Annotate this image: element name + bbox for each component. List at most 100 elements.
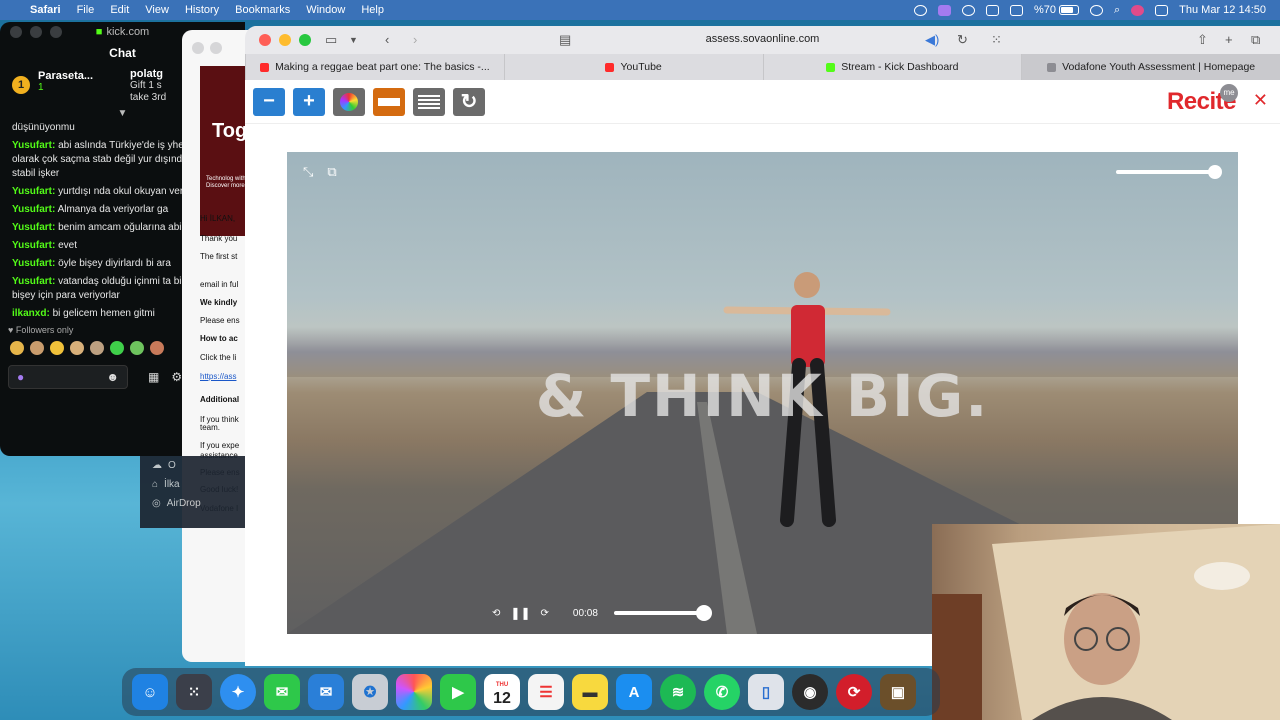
reload-icon[interactable]: ↻ xyxy=(957,32,968,48)
emoji-icon[interactable]: ☻ xyxy=(106,370,119,384)
app-store-dock-icon[interactable]: A xyxy=(616,674,652,710)
email-line: Thank you xyxy=(200,234,238,243)
color-wheel-button[interactable] xyxy=(333,87,365,116)
menu-view[interactable]: View xyxy=(137,4,177,16)
skip-forward-icon[interactable]: ⟳ xyxy=(541,608,549,619)
chat-username[interactable]: Yusufart: xyxy=(12,204,55,215)
share-icon[interactable]: ⇧ xyxy=(1197,32,1208,48)
email-line[interactable]: https://ass xyxy=(200,372,236,381)
notes-dock-icon[interactable]: ▬ xyxy=(572,674,608,710)
reminders-dock-icon[interactable]: ☰ xyxy=(528,674,564,710)
emote-icon[interactable] xyxy=(130,341,144,355)
kick-window-title: kick.com xyxy=(106,26,150,38)
emote-icon[interactable] xyxy=(50,341,64,355)
chat-username[interactable]: Yusufart: xyxy=(12,222,55,233)
progress-knob[interactable] xyxy=(695,605,712,621)
minimize-dot[interactable] xyxy=(210,42,222,54)
increase-button[interactable]: + xyxy=(293,87,325,116)
preview-dock-icon[interactable]: ▯ xyxy=(748,674,784,710)
chat-username[interactable]: Yusufart: xyxy=(12,140,55,151)
close-icon[interactable]: ✕ xyxy=(1253,90,1268,111)
play-status-icon[interactable] xyxy=(961,4,975,16)
volume-slider[interactable] xyxy=(1116,165,1222,179)
chat-username[interactable]: ilkanxd: xyxy=(12,308,50,319)
emote-icon[interactable] xyxy=(70,341,84,355)
minimize-dot[interactable] xyxy=(30,26,42,38)
video-progress-bar[interactable] xyxy=(613,605,712,621)
address-bar[interactable]: assess.sovaonline.com xyxy=(245,26,1280,52)
finder-item[interactable]: ☁ O xyxy=(140,456,245,475)
obs-status-icon[interactable] xyxy=(913,4,927,16)
menu-app-name[interactable]: Safari xyxy=(22,4,69,16)
fullscreen-icon[interactable]: ⤡ xyxy=(303,164,313,180)
spotify-dock-icon[interactable]: ≋ xyxy=(660,674,696,710)
reset-button[interactable]: ↻ xyxy=(453,87,485,116)
wifi-icon[interactable] xyxy=(1089,4,1103,16)
close-dot[interactable] xyxy=(10,26,22,38)
emote-icon[interactable] xyxy=(10,341,24,355)
chat-username[interactable]: Yusufart: xyxy=(12,186,55,197)
messages-dock-icon[interactable]: ✉ xyxy=(264,674,300,710)
menu-edit[interactable]: Edit xyxy=(102,4,137,16)
obs-dock-icon[interactable]: ◉ xyxy=(792,674,828,710)
launchpad-dock-icon[interactable]: ⁙ xyxy=(176,674,212,710)
xcode-dock-icon[interactable]: ✪ xyxy=(352,674,388,710)
browser-tab[interactable]: Stream - Kick Dashboard xyxy=(762,54,1022,80)
picture-in-picture-icon[interactable]: ⧉ xyxy=(327,164,336,180)
chat-username[interactable]: Yusufart: xyxy=(12,276,55,287)
minecraft-dock-icon[interactable]: ▣ xyxy=(880,674,916,710)
spotlight-search-icon[interactable]: ⌕ xyxy=(1114,4,1120,17)
browser-tab[interactable]: Vodafone Youth Assessment | Homepage xyxy=(1021,54,1280,80)
app-dock-icon[interactable]: ⟳ xyxy=(836,674,872,710)
battery-status[interactable]: %70 xyxy=(1034,4,1079,16)
browser-tab[interactable]: YouTube xyxy=(503,54,763,80)
menu-help[interactable]: Help xyxy=(353,4,392,16)
mail-dock-icon[interactable]: ✉ xyxy=(308,674,344,710)
emote-icon[interactable] xyxy=(150,341,164,355)
photos-dock-icon[interactable] xyxy=(396,674,432,710)
chat-username[interactable]: Yusufart: xyxy=(12,258,55,269)
finder-item-airdrop[interactable]: ◎ AirDrop xyxy=(140,494,245,513)
facetime-dock-icon[interactable]: ▶ xyxy=(440,674,476,710)
siri-icon[interactable] xyxy=(1131,4,1145,16)
extensions-grid-icon[interactable]: ⁙ xyxy=(991,32,1002,48)
ruler-button[interactable] xyxy=(373,87,405,116)
chat-text: benim amcam oğularına abi xyxy=(58,222,182,233)
airdrop-icon: ◎ xyxy=(152,498,161,509)
tab-overview-icon[interactable]: ⧉ xyxy=(1251,32,1260,48)
audio-playing-icon[interactable]: ◀) xyxy=(925,32,939,48)
chat-username[interactable]: Yusufart: xyxy=(12,240,55,251)
calendar-icon[interactable]: ▦ xyxy=(148,370,159,384)
chat-input[interactable]: ● ☻ xyxy=(8,365,128,389)
volume-knob[interactable] xyxy=(1208,165,1222,179)
emote-icon[interactable] xyxy=(30,341,44,355)
menu-bookmarks[interactable]: Bookmarks xyxy=(227,4,298,16)
control-center-icon[interactable] xyxy=(1155,4,1169,16)
antenna-icon[interactable] xyxy=(985,4,999,16)
menu-file[interactable]: File xyxy=(69,4,103,16)
text-mode-button[interactable] xyxy=(413,87,445,116)
emote-icon[interactable] xyxy=(90,341,104,355)
browser-tab[interactable]: Making a reggae beat part one: The basic… xyxy=(245,54,504,80)
reset-icon: ↻ xyxy=(460,91,478,113)
skip-back-icon[interactable]: ⟲ xyxy=(492,608,500,619)
zoom-dot[interactable] xyxy=(50,26,62,38)
decrease-button[interactable]: − xyxy=(253,87,285,116)
new-tab-icon[interactable]: + xyxy=(1225,32,1233,47)
menu-history[interactable]: History xyxy=(177,4,227,16)
safari-dock-icon[interactable]: ✦ xyxy=(220,674,256,710)
emote-icon[interactable] xyxy=(110,341,124,355)
menu-clock[interactable]: Thu Mar 12 14:50 xyxy=(1179,4,1266,16)
pause-icon[interactable]: ❚❚ xyxy=(510,606,530,620)
calendar-dock-icon[interactable]: THU 12 xyxy=(484,674,520,710)
menu-window[interactable]: Window xyxy=(298,4,353,16)
gift-banner[interactable]: polatg Gift 1 s take 3rd xyxy=(130,68,166,104)
whatsapp-dock-icon[interactable]: ✆ xyxy=(704,674,740,710)
finder-dock-icon[interactable]: ☺ xyxy=(132,674,168,710)
close-dot[interactable] xyxy=(192,42,204,54)
screen-record-icon[interactable] xyxy=(937,4,951,16)
finder-item[interactable]: ⌂ İlka xyxy=(140,475,245,494)
display-icon[interactable] xyxy=(1009,4,1023,16)
settings-icon[interactable]: ⚙ xyxy=(171,370,182,384)
mic-icon[interactable]: ● xyxy=(17,370,24,384)
